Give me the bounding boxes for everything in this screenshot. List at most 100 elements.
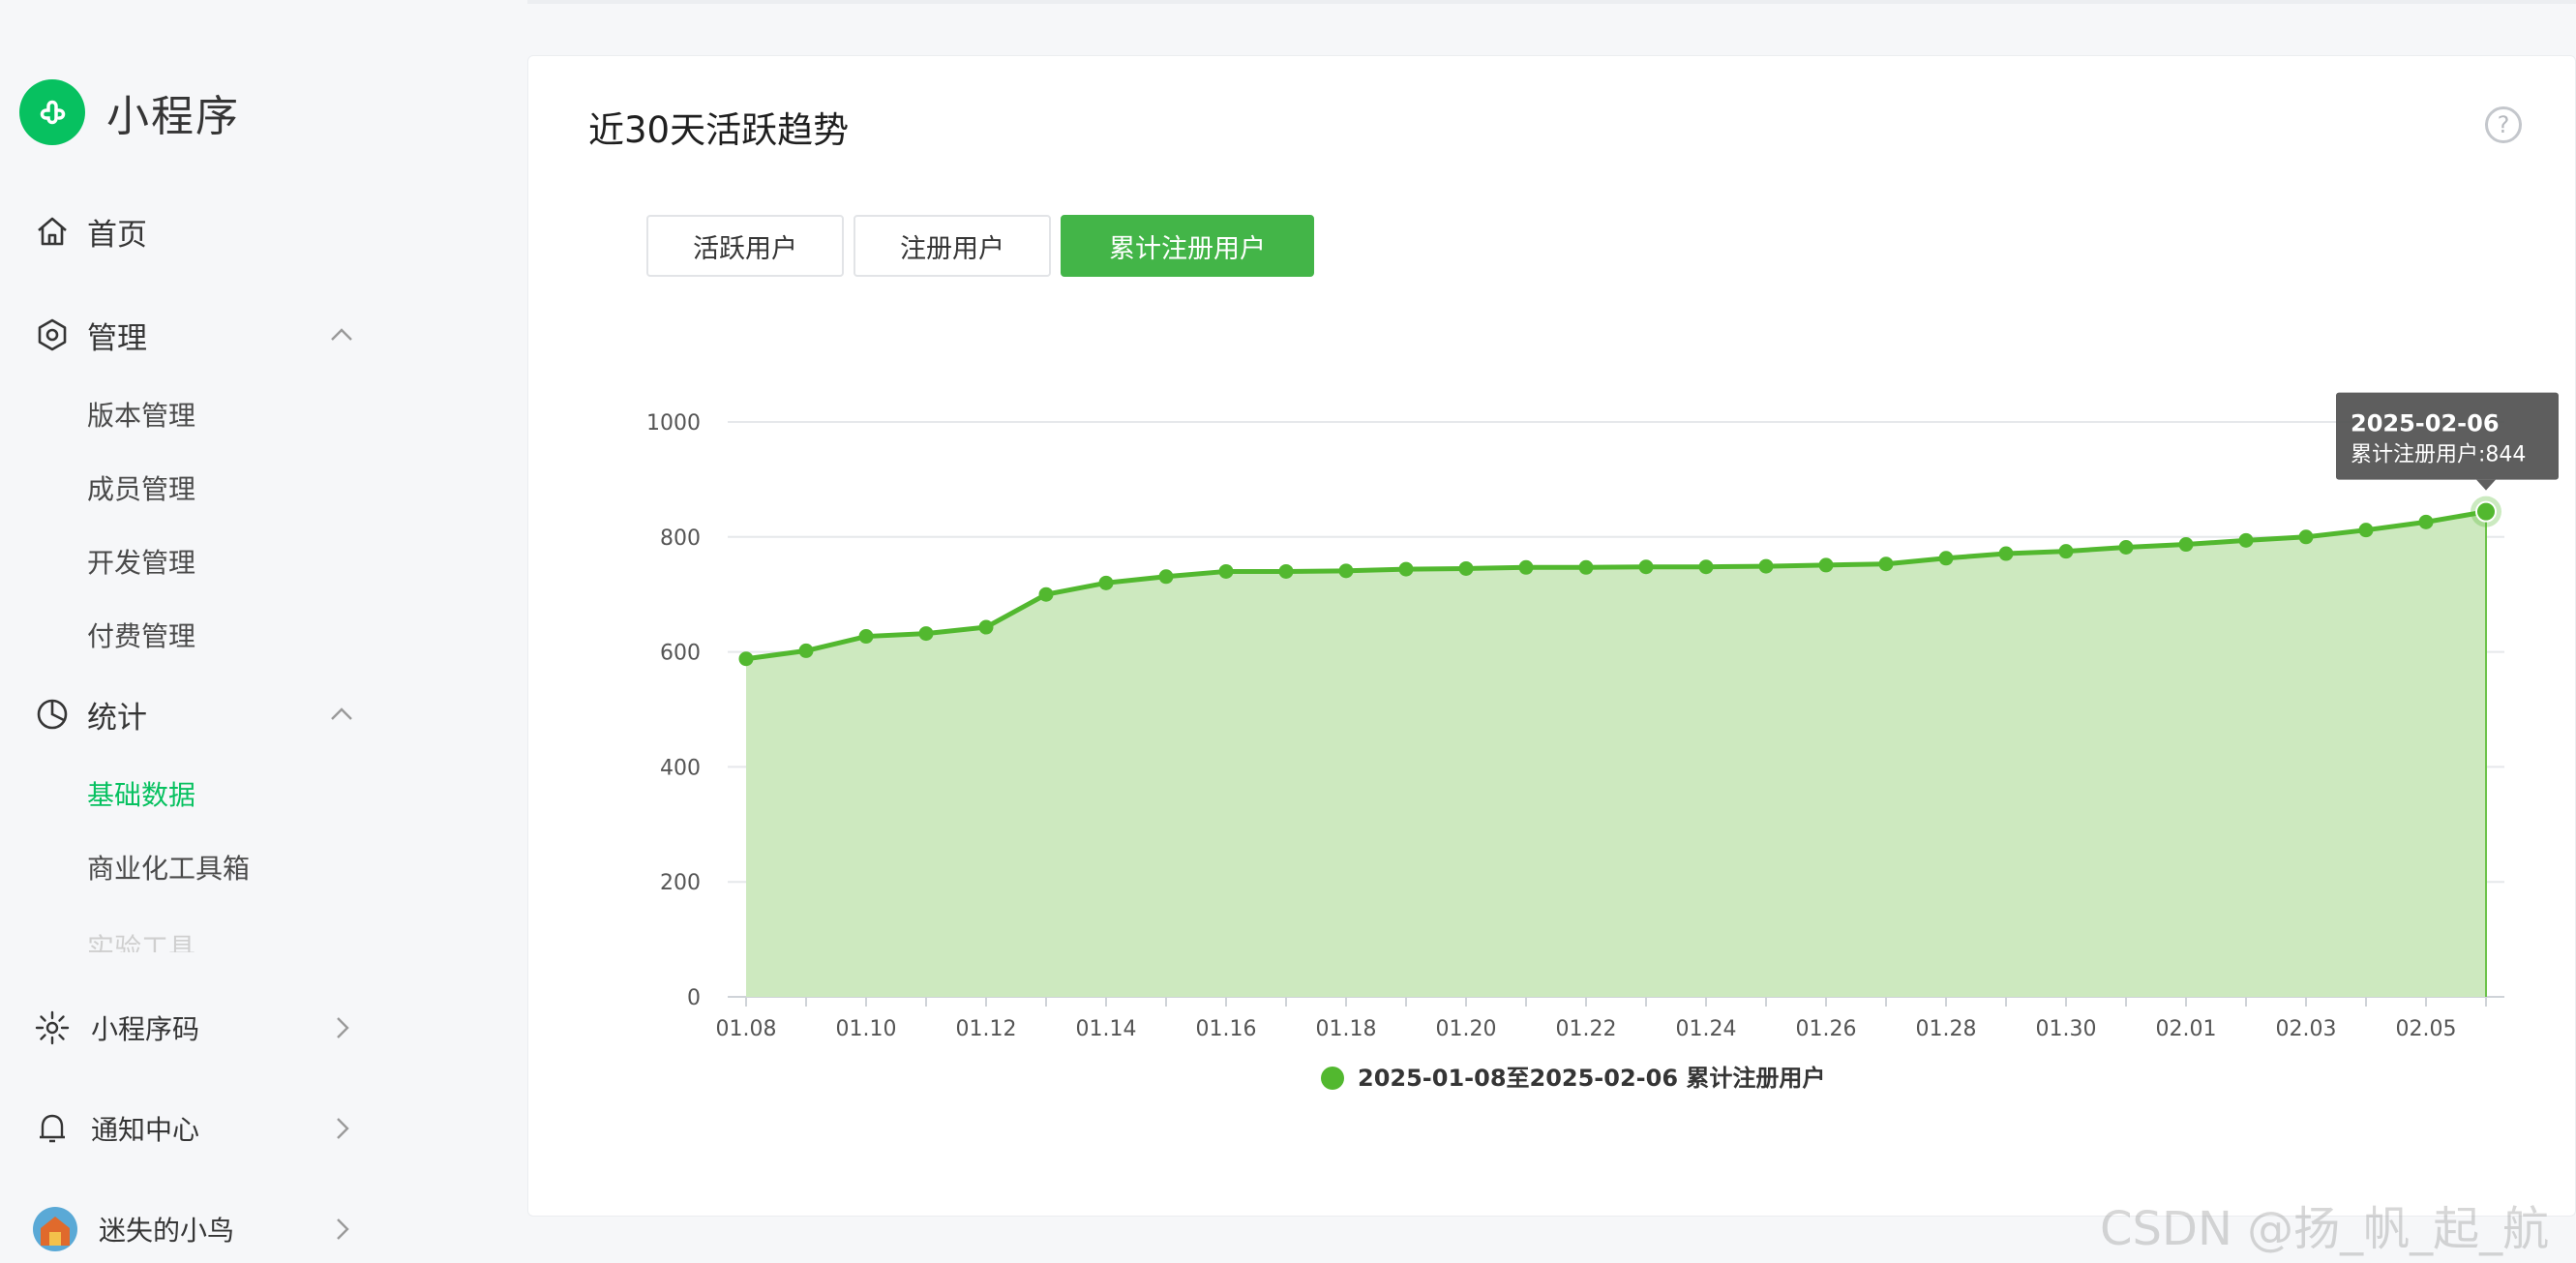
- chevron-up-icon: [331, 707, 352, 720]
- x-tick-label: 01.26: [1796, 1017, 1857, 1041]
- series-area: [746, 511, 2486, 997]
- x-tick-label: 02.03: [2276, 1017, 2337, 1041]
- sidebar-subitem-commerce-tools[interactable]: 商业化工具箱: [87, 840, 250, 894]
- data-point: [2358, 523, 2374, 538]
- data-point: [1698, 559, 1714, 575]
- brand-name: 小程序: [106, 92, 240, 141]
- data-point: [2475, 500, 2497, 523]
- x-tick-label: 01.24: [1676, 1017, 1737, 1041]
- x-tick-label: 01.12: [956, 1017, 1017, 1041]
- help-icon[interactable]: ?: [2485, 106, 2522, 143]
- data-point: [1458, 560, 1474, 576]
- y-tick-label: 600: [660, 642, 701, 666]
- legend-label: 2025-01-08至2025-02-06 累计注册用户: [1358, 1065, 1825, 1092]
- tab-registered-users[interactable]: 注册用户: [854, 215, 1051, 277]
- data-point: [2178, 537, 2194, 553]
- sidebar-item-label: 统计: [87, 700, 147, 736]
- sidebar-item-label: 管理: [87, 320, 147, 356]
- miniprogram-logo-icon: [19, 79, 85, 145]
- chevron-right-icon: [337, 1118, 349, 1139]
- data-point: [2238, 532, 2254, 548]
- sidebar-item-stats[interactable]: 统计: [0, 680, 527, 748]
- x-tick-label: 01.14: [1076, 1017, 1137, 1041]
- sidebar-item-manage[interactable]: 管理: [0, 301, 527, 369]
- sidebar-subitem-version[interactable]: 版本管理: [87, 387, 195, 441]
- data-point: [858, 629, 874, 645]
- x-tick-label: 01.10: [836, 1017, 897, 1041]
- data-point: [1878, 556, 1894, 572]
- data-point: [1278, 563, 1294, 579]
- chevron-right-icon: [337, 1218, 349, 1240]
- brand[interactable]: 小程序: [19, 79, 240, 145]
- sidebar-item-label: 迷失的小鸟: [99, 1215, 235, 1247]
- sidebar-subitem-experiment[interactable]: 实验工具: [87, 927, 195, 952]
- data-point: [1338, 563, 1354, 579]
- home-icon: [38, 217, 67, 246]
- top-bar: [527, 0, 2576, 4]
- tab-active-users[interactable]: 活跃用户: [646, 215, 844, 277]
- chevron-up-icon: [331, 328, 352, 341]
- y-tick-label: 0: [687, 986, 701, 1010]
- data-point: [1038, 586, 1054, 602]
- data-point: [1158, 569, 1174, 585]
- sidebar-subitem-dev[interactable]: 开发管理: [87, 534, 195, 588]
- x-tick-label: 02.05: [2396, 1017, 2457, 1041]
- x-tick-label: 01.28: [1916, 1017, 1977, 1041]
- tooltip-date: 2025-02-06: [2351, 410, 2500, 437]
- data-point: [1638, 559, 1654, 575]
- data-point: [1098, 575, 1114, 590]
- data-point: [2058, 544, 2074, 559]
- legend-marker: [1321, 1067, 1344, 1090]
- x-tick-label: 02.01: [2156, 1017, 2217, 1041]
- y-tick-label: 800: [660, 526, 701, 551]
- data-point: [2418, 514, 2434, 529]
- data-point: [1578, 559, 1594, 575]
- card-title: 近30天活跃趋势: [588, 109, 850, 151]
- data-point: [798, 643, 814, 658]
- y-tick-label: 400: [660, 756, 701, 780]
- y-tick-label: 200: [660, 871, 701, 895]
- metric-tabs: 活跃用户 注册用户 累计注册用户: [646, 215, 1324, 277]
- x-tick-label: 01.30: [2036, 1017, 2097, 1041]
- sidebar-item-home[interactable]: 首页: [0, 197, 527, 265]
- data-point: [738, 651, 754, 667]
- x-tick-label: 01.18: [1316, 1017, 1377, 1041]
- data-point: [1818, 557, 1834, 573]
- chevron-right-icon: [337, 1017, 349, 1038]
- bell-icon: [40, 1114, 65, 1143]
- data-point: [2118, 539, 2134, 555]
- tab-cumulative-users[interactable]: 累计注册用户: [1061, 215, 1314, 277]
- sidebar-item-label: 小程序码: [91, 1013, 200, 1045]
- sidebar: 小程序 首页 管理 版本管理 成员管理 开发管理 付费管理 统计 基础数据 商业…: [0, 0, 527, 1262]
- data-point: [978, 619, 994, 635]
- data-point: [1998, 546, 2014, 561]
- sidebar-item-label: 通知中心: [91, 1114, 200, 1146]
- sidebar-subitem-basic-data[interactable]: 基础数据: [87, 767, 195, 821]
- sidebar-item-notify[interactable]: 通知中心: [0, 1095, 527, 1162]
- sidebar-item-label: 首页: [87, 217, 147, 253]
- data-point: [1518, 559, 1534, 575]
- data-point: [1938, 551, 1954, 566]
- y-tick-label: 1000: [646, 411, 701, 436]
- watermark: CSDN @扬_帆_起_航: [2100, 1202, 2550, 1256]
- x-tick-label: 01.16: [1196, 1017, 1257, 1041]
- x-tick-label: 01.08: [716, 1017, 777, 1041]
- x-tick-label: 01.20: [1436, 1017, 1497, 1041]
- sidebar-subitem-members[interactable]: 成员管理: [87, 461, 195, 515]
- data-point: [1218, 563, 1234, 579]
- sidebar-item-user[interactable]: 迷失的小鸟: [0, 1195, 527, 1263]
- qrcode-sun-icon: [35, 1010, 70, 1045]
- data-point: [1758, 558, 1774, 574]
- pie-chart-icon: [37, 699, 68, 730]
- hexagon-settings-icon: [38, 318, 67, 351]
- tooltip-arrow: [2476, 479, 2496, 491]
- tooltip-value: 累计注册用户:844: [2351, 443, 2526, 467]
- data-point: [1398, 561, 1414, 577]
- data-point: [918, 626, 934, 642]
- data-point: [2298, 529, 2314, 545]
- avatar: [33, 1207, 77, 1251]
- sidebar-subitem-payment[interactable]: 付费管理: [87, 608, 195, 662]
- trend-chart: 0 200 400 600 800 1000 01.08 01.10 01.12 01.14 01.…: [646, 392, 2559, 1092]
- sidebar-item-qrcode[interactable]: 小程序码: [0, 994, 527, 1062]
- x-tick-label: 01.22: [1556, 1017, 1617, 1041]
